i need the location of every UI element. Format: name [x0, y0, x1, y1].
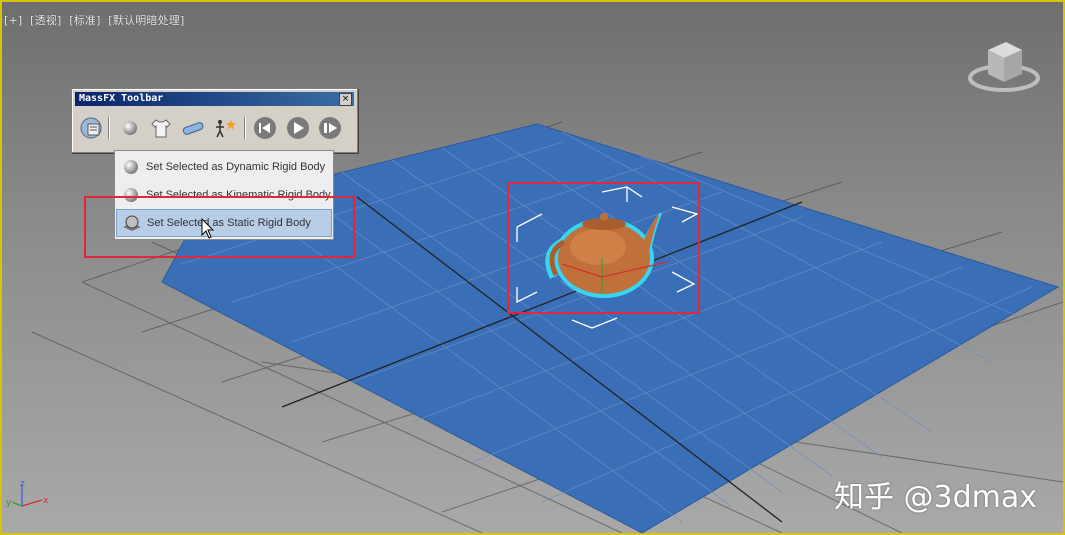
viewport-menu-standard[interactable]: [标准]: [69, 14, 100, 27]
highlight-box-teapot: [507, 182, 700, 314]
perspective-viewport[interactable]: [+] [透视] [标准] [默认明暗处理] MassFX Toolbar ×: [0, 0, 1065, 535]
world-settings-icon: [80, 117, 102, 139]
reset-simulation-icon: [254, 117, 276, 139]
world-settings-button[interactable]: [78, 115, 104, 141]
viewport-menu-perspective[interactable]: [透视]: [30, 14, 61, 27]
viewport-menu-plus[interactable]: [+]: [4, 14, 22, 27]
watermark: 知乎 @3dmax: [834, 480, 1038, 515]
viewport-label-bar: [+] [透视] [标准] [默认明暗处理]: [4, 12, 188, 28]
massfx-title: MassFX Toolbar: [79, 93, 164, 104]
reset-simulation-button[interactable]: [252, 115, 278, 141]
massfx-toolbar[interactable]: MassFX Toolbar ×: [71, 88, 358, 153]
constraint-button[interactable]: [180, 115, 206, 141]
constraint-icon: [182, 122, 204, 135]
highlight-box-menu: [84, 196, 355, 258]
viewport-menu-shading[interactable]: [默认明暗处理]: [108, 14, 184, 27]
cloth-button[interactable]: [148, 115, 174, 141]
axis-y-label: y: [6, 498, 12, 508]
rigid-body-sphere-icon: [123, 121, 137, 135]
ragdoll-button[interactable]: [212, 115, 238, 141]
cloth-shirt-icon: [151, 119, 171, 138]
menu-item-label: Set Selected as Dynamic Rigid Body: [146, 161, 326, 173]
ragdoll-icon: [216, 119, 236, 138]
viewcube-icon[interactable]: [966, 38, 1042, 96]
axis-x-label: x: [43, 496, 49, 506]
play-simulation-button[interactable]: [285, 115, 311, 141]
rigid-body-button[interactable]: [117, 115, 143, 141]
sphere-icon: [124, 160, 138, 174]
menu-item-dynamic-rigid-body[interactable]: Set Selected as Dynamic Rigid Body: [116, 153, 332, 181]
massfx-titlebar[interactable]: MassFX Toolbar ×: [75, 92, 354, 106]
axis-tripod-icon: x z y: [6, 480, 49, 508]
step-simulation-icon: [319, 117, 341, 139]
close-icon[interactable]: ×: [339, 93, 352, 106]
mouse-cursor-icon: [201, 218, 215, 239]
play-simulation-icon: [287, 117, 309, 139]
step-simulation-button[interactable]: [317, 115, 343, 141]
axis-z-label: z: [20, 480, 25, 489]
